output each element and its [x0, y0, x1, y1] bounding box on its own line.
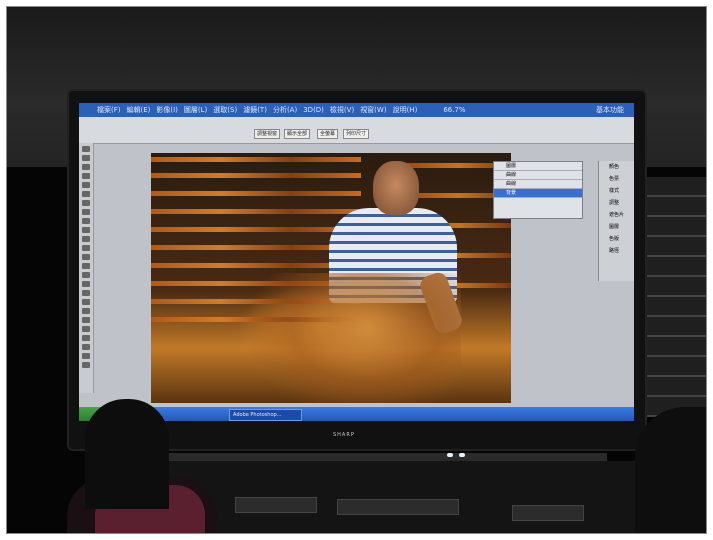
tool-icon[interactable] [82, 227, 90, 233]
drying-rack [151, 173, 361, 178]
tool-icon[interactable] [82, 191, 90, 197]
tool-icon[interactable] [82, 263, 90, 269]
toolbox [79, 143, 94, 393]
tool-icon[interactable] [82, 272, 90, 278]
menu-item[interactable]: 編輯(E) [127, 105, 151, 115]
tool-icon[interactable] [82, 308, 90, 314]
taskbar-task[interactable]: Adobe Photoshop... [229, 409, 302, 421]
tv-cabinet [167, 461, 647, 533]
menu-item[interactable]: 濾鏡(T) [243, 105, 267, 115]
photo-frame: 檔案(F) 編輯(E) 影像(I) 圖層(L) 選取(S) 濾鏡(T) 分析(A… [6, 6, 707, 534]
tool-icon[interactable] [82, 362, 90, 368]
av-device [512, 505, 584, 521]
canvas-photo[interactable] [151, 153, 511, 403]
options-bar: 調整視窗 顯示全部 全螢幕 列印尺寸 [79, 117, 634, 144]
tool-icon[interactable] [82, 353, 90, 359]
tool-icon[interactable] [82, 236, 90, 242]
side-panel-item[interactable]: 遮色片 [599, 209, 634, 221]
drying-rack [151, 227, 361, 232]
tool-icon[interactable] [82, 209, 90, 215]
layer-row[interactable]: 曲線 [494, 180, 582, 189]
side-panel-item[interactable]: 路徑 [599, 245, 634, 257]
tool-icon[interactable] [82, 164, 90, 170]
app-menubar: 檔案(F) 編輯(E) 影像(I) 圖層(L) 選取(S) 濾鏡(T) 分析(A… [79, 103, 634, 117]
layer-row[interactable]: 曲線 [494, 171, 582, 180]
indicator-light [447, 453, 453, 457]
dust-cloud [251, 273, 461, 403]
tool-icon[interactable] [82, 326, 90, 332]
fit-screen-button[interactable]: 調整視窗 [254, 129, 281, 139]
menu-item[interactable]: 檔案(F) [97, 105, 121, 115]
side-panel-item[interactable]: 樣式 [599, 185, 634, 197]
drying-rack [151, 191, 361, 196]
room-shelf [637, 177, 706, 417]
drying-rack [151, 209, 361, 214]
man-head [373, 161, 419, 215]
av-device [337, 499, 459, 515]
tv-brand-logo: SHARP [333, 432, 355, 438]
menu-item[interactable]: 選取(S) [213, 105, 237, 115]
side-panel-item[interactable]: 色版 [599, 233, 634, 245]
audience-head-right [635, 407, 706, 533]
tv-stand [167, 453, 607, 461]
workspace-label[interactable]: 基本功能 [596, 105, 624, 115]
tool-icon[interactable] [82, 182, 90, 188]
tool-icon[interactable] [82, 299, 90, 305]
tool-icon[interactable] [82, 146, 90, 152]
tool-icon[interactable] [82, 245, 90, 251]
print-size-button[interactable]: 列印尺寸 [343, 129, 370, 139]
menu-item[interactable]: 分析(A) [273, 105, 297, 115]
layer-row[interactable]: 圖層 [494, 162, 582, 171]
drying-rack [151, 157, 361, 162]
side-panel-item[interactable]: 調整 [599, 197, 634, 209]
tool-icon[interactable] [82, 200, 90, 206]
layers-panel: 圖層 曲線 曲線 背景 [493, 161, 583, 219]
menu-item[interactable]: 檢視(V) [330, 105, 354, 115]
tool-icon[interactable] [82, 335, 90, 341]
full-screen-button[interactable]: 全螢幕 [317, 129, 339, 139]
tool-icon[interactable] [82, 344, 90, 350]
tool-icon[interactable] [82, 281, 90, 287]
tv-screen: 檔案(F) 編輯(E) 影像(I) 圖層(L) 選取(S) 濾鏡(T) 分析(A… [79, 103, 634, 421]
tool-icon[interactable] [82, 173, 90, 179]
tool-icon[interactable] [82, 155, 90, 161]
tool-icon[interactable] [82, 218, 90, 224]
side-panel-item[interactable]: 顏色 [599, 161, 634, 173]
menu-item[interactable]: 影像(I) [156, 105, 178, 115]
menu-item[interactable]: 說明(H) [393, 105, 418, 115]
zoom-label: 66.7% [443, 106, 466, 114]
indicator-light [459, 453, 465, 457]
menu-item[interactable]: 3D(D) [303, 106, 324, 114]
side-panel-item[interactable]: 圖層 [599, 221, 634, 233]
layer-row-selected[interactable]: 背景 [494, 189, 582, 198]
audience-head [85, 399, 169, 509]
menu-item[interactable]: 視窗(W) [360, 105, 386, 115]
side-panel: 顏色 色票 樣式 調整 遮色片 圖層 色版 路徑 [598, 161, 634, 281]
av-device [235, 497, 317, 513]
side-panel-item[interactable]: 色票 [599, 173, 634, 185]
tool-icon[interactable] [82, 317, 90, 323]
tool-icon[interactable] [82, 254, 90, 260]
show-all-button[interactable]: 顯示全部 [284, 129, 311, 139]
tool-icon[interactable] [82, 290, 90, 296]
menu-item[interactable]: 圖層(L) [184, 105, 207, 115]
